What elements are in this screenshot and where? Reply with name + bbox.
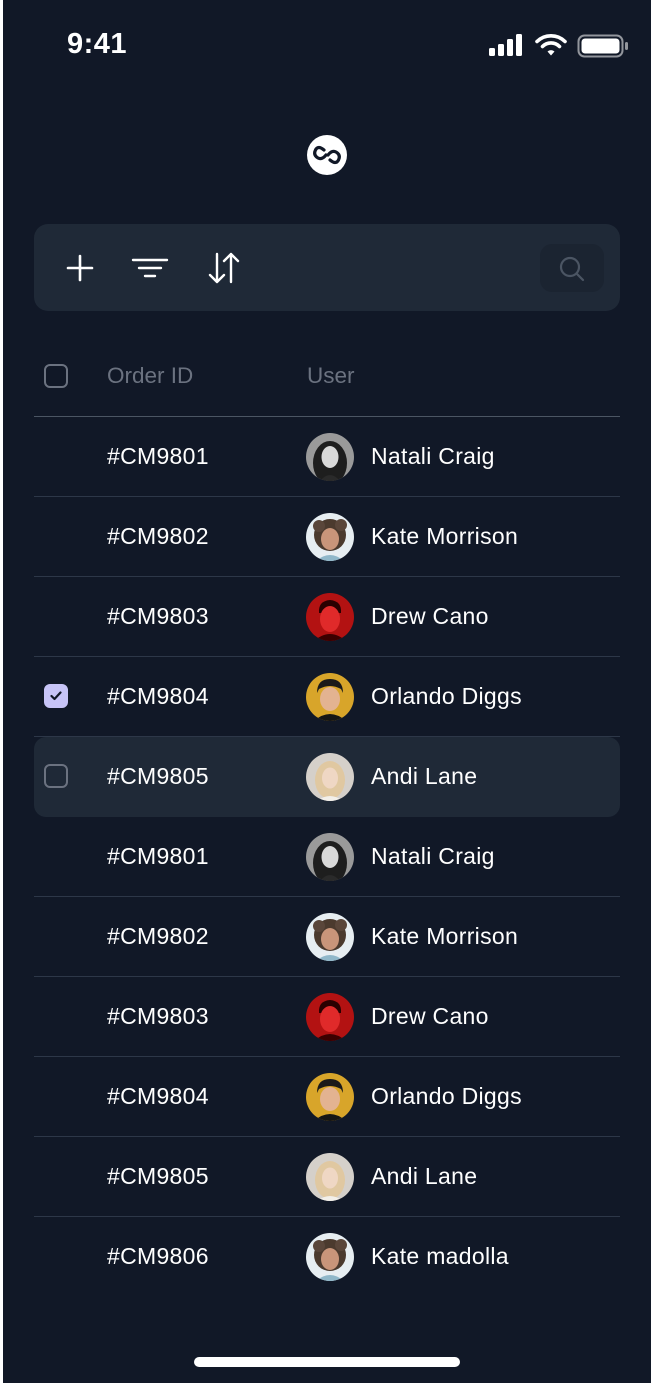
wifi-icon — [535, 34, 567, 56]
order-id-cell: #CM9803 — [107, 603, 209, 629]
table-row[interactable]: #CM9801 Natali Craig — [34, 817, 620, 897]
user-name-cell: Kate Morrison — [371, 923, 519, 949]
table-body: #CM9801 Natali Craig #CM9802 Kate Morrison #… — [34, 417, 620, 1296]
user-avatar — [306, 1153, 354, 1201]
user-avatar — [306, 433, 354, 481]
checkmark-icon — [50, 691, 62, 701]
user-name-cell: Andi Lane — [371, 1163, 478, 1189]
order-id-cell: #CM9806 — [107, 1243, 209, 1269]
avatar-image — [306, 913, 354, 961]
avatar-image — [306, 593, 354, 641]
select-all-checkbox[interactable] — [44, 364, 68, 388]
avatar-image — [306, 673, 354, 721]
user-name-cell: Drew Cano — [371, 603, 489, 629]
filter-icon — [131, 258, 169, 278]
link-logo-icon — [313, 145, 341, 165]
avatar-image — [306, 1233, 354, 1281]
user-avatar — [306, 513, 354, 561]
home-indicator — [194, 1357, 460, 1367]
order-id-cell: #CM9801 — [107, 843, 209, 869]
signal-icon — [489, 34, 522, 56]
order-id-cell: #CM9803 — [107, 1003, 209, 1029]
avatar-image — [306, 993, 354, 1041]
order-id-cell: #CM9804 — [107, 1083, 209, 1109]
order-id-column-header: Order ID — [107, 363, 194, 388]
table-row[interactable]: #CM9804 Orlando Diggs — [34, 1057, 620, 1137]
table-row[interactable]: #CM9802 Kate Morrison — [34, 497, 620, 577]
user-avatar — [306, 593, 354, 641]
user-name-cell: Orlando Diggs — [371, 683, 522, 709]
table-row[interactable]: #CM9802 Kate Morrison — [34, 897, 620, 977]
user-name-cell: Drew Cano — [371, 1003, 489, 1029]
avatar-image — [306, 1073, 354, 1121]
app-logo — [307, 135, 347, 175]
row-checkbox[interactable] — [44, 684, 68, 708]
table-row[interactable]: #CM9803 Drew Cano — [34, 977, 620, 1057]
table-header: Order ID User — [34, 336, 620, 417]
user-name-cell: Kate Morrison — [371, 523, 519, 549]
orders-table: Order ID User #CM9801 Natali Craig #CM9802… — [34, 336, 620, 1296]
add-button[interactable] — [62, 250, 98, 286]
sort-icon — [208, 252, 240, 284]
user-name-cell: Kate madolla — [371, 1243, 509, 1269]
user-avatar — [306, 1233, 354, 1281]
search-icon — [559, 256, 585, 282]
user-avatar — [306, 833, 354, 881]
search-button[interactable] — [540, 244, 604, 292]
status-bar: 9:41 — [3, 0, 651, 90]
avatar-image — [306, 433, 354, 481]
order-id-cell: #CM9802 — [107, 523, 209, 549]
order-id-cell: #CM9805 — [107, 1163, 209, 1189]
table-row[interactable]: #CM9805 Andi Lane — [34, 737, 620, 817]
status-time: 9:41 — [67, 28, 128, 60]
sort-button[interactable] — [206, 250, 242, 286]
table-row[interactable]: #CM9804 Orlando Diggs — [34, 657, 620, 737]
table-row[interactable]: #CM9806 Kate madolla — [34, 1217, 620, 1296]
order-id-cell: #CM9801 — [107, 443, 209, 469]
table-row[interactable]: #CM9801 Natali Craig — [34, 417, 620, 497]
user-name-cell: Natali Craig — [371, 443, 495, 469]
user-name-cell: Andi Lane — [371, 763, 478, 789]
order-id-cell: #CM9804 — [107, 683, 209, 709]
table-toolbar — [34, 224, 620, 311]
avatar-image — [306, 1153, 354, 1201]
avatar-image — [306, 833, 354, 881]
avatar-image — [306, 753, 354, 801]
filter-button[interactable] — [131, 250, 169, 286]
table-row[interactable]: #CM9805 Andi Lane — [34, 1137, 620, 1217]
user-avatar — [306, 993, 354, 1041]
user-column-header: User — [307, 363, 355, 388]
table-row[interactable]: #CM9803 Drew Cano — [34, 577, 620, 657]
avatar-image — [306, 513, 354, 561]
user-name-cell: Orlando Diggs — [371, 1083, 522, 1109]
user-avatar — [306, 753, 354, 801]
row-checkbox[interactable] — [44, 764, 68, 788]
battery-icon — [577, 34, 628, 58]
order-id-cell: #CM9805 — [107, 763, 209, 789]
plus-icon — [66, 254, 94, 282]
user-avatar — [306, 673, 354, 721]
user-avatar — [306, 913, 354, 961]
order-id-cell: #CM9802 — [107, 923, 209, 949]
app-screen: 9:41 Order ID User #CM9801 Natali Craig … — [3, 0, 651, 1383]
user-avatar — [306, 1073, 354, 1121]
user-name-cell: Natali Craig — [371, 843, 495, 869]
